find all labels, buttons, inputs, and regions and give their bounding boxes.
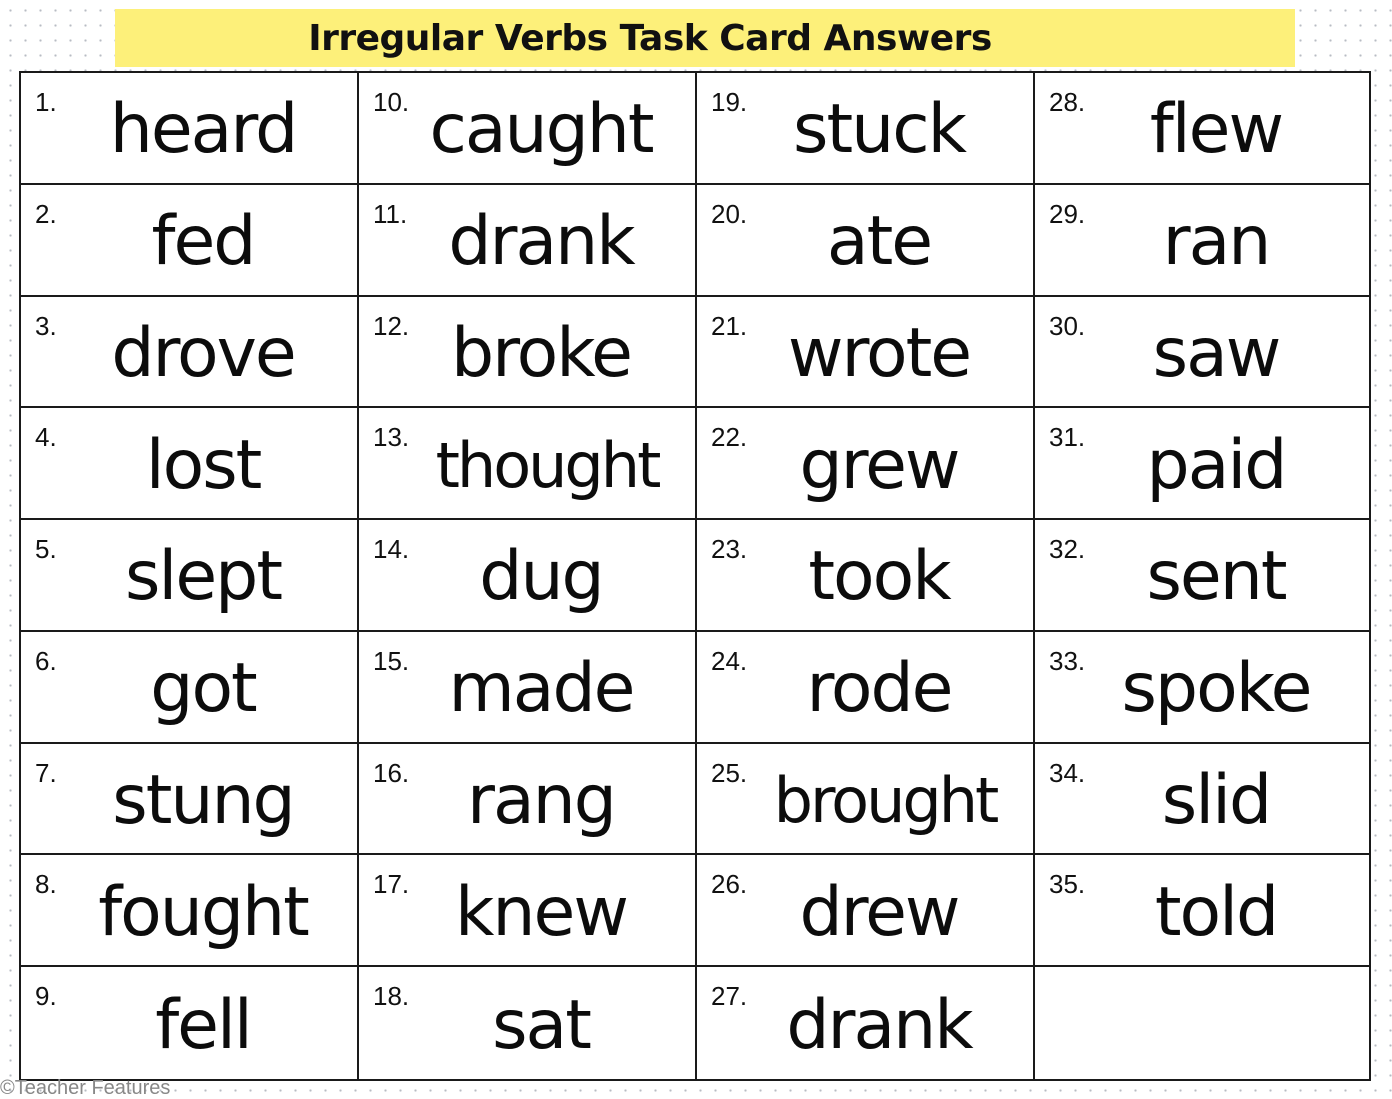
answer-card: 13. thought	[359, 408, 697, 521]
answer-card: 20. ate	[697, 184, 1035, 297]
answer-card: 27. drank	[697, 967, 1035, 1079]
card-answer: paid	[1146, 425, 1288, 505]
card-answer: thought	[435, 428, 662, 502]
card-answer	[1035, 971, 1369, 1079]
card-answer: told	[1154, 872, 1279, 952]
answer-card: 11. drank	[359, 184, 697, 297]
card-answer: heard	[109, 90, 299, 170]
card-answer: ran	[1162, 202, 1272, 282]
title-banner: Irregular Verbs Task Card Answers	[115, 9, 1295, 67]
card-answer: dug	[479, 537, 604, 617]
card-answer: sent	[1146, 537, 1287, 617]
card-answer: lost	[145, 425, 263, 505]
answer-card: 29. ran	[1035, 185, 1369, 297]
card-answer: caught	[429, 90, 654, 170]
answer-card: 12. broke	[359, 296, 697, 409]
card-answer: took	[808, 537, 951, 617]
answer-card: 5. slept	[21, 520, 359, 632]
answer-card: 3. drove	[21, 296, 359, 409]
answer-card: 31. paid	[1035, 408, 1369, 521]
card-answer: flew	[1149, 90, 1284, 170]
answer-card: 16. rang	[359, 743, 697, 856]
answer-card: 17. knew	[359, 855, 697, 968]
answer-grid: 1. heard 10. caught 19. stuck 28. flew 2. fed 11. d…	[19, 71, 1371, 1081]
answer-card: 9. fell	[21, 967, 359, 1079]
answer-card: 23. took	[697, 520, 1035, 632]
card-answer: drew	[799, 872, 960, 952]
card-answer: rode	[806, 649, 953, 729]
page-title: Irregular Verbs Task Card Answers	[308, 17, 992, 59]
card-answer: drank	[786, 985, 973, 1065]
card-answer: made	[448, 649, 636, 729]
card-answer: got	[150, 649, 257, 729]
answer-card: 14. dug	[359, 520, 697, 632]
answer-card: 32. sent	[1035, 520, 1369, 632]
answer-card: 28. flew	[1035, 73, 1369, 185]
answer-card: 26. drew	[697, 855, 1035, 968]
card-answer: rang	[467, 761, 617, 841]
card-answer: wrote	[787, 313, 972, 393]
card-answer: slept	[125, 537, 283, 617]
answer-card: 8. fought	[21, 855, 359, 968]
card-answer: fought	[98, 872, 310, 952]
card-answer: drank	[448, 202, 635, 282]
answer-card: 30. saw	[1035, 297, 1369, 409]
card-answer: spoke	[1121, 649, 1313, 729]
answer-card: 22. grew	[697, 408, 1035, 521]
card-answer: grew	[799, 425, 960, 505]
answer-card: 6. got	[21, 631, 359, 744]
copyright-credit: ©Teacher Features	[0, 1077, 171, 1099]
answer-card: 18. sat	[359, 967, 697, 1079]
answer-card: 35. told	[1035, 855, 1369, 968]
answer-card: 34. slid	[1035, 744, 1369, 856]
card-answer: fed	[151, 202, 257, 282]
answer-card: 7. stung	[21, 743, 359, 856]
answer-card: 24. rode	[697, 631, 1035, 744]
answer-card: 1. heard	[21, 73, 359, 185]
card-answer: knew	[455, 872, 629, 952]
card-answer: drove	[111, 313, 296, 393]
answer-card: 4. lost	[21, 408, 359, 521]
card-answer: sat	[492, 985, 592, 1065]
card-answer: stung	[112, 761, 295, 841]
card-answer: ate	[826, 202, 933, 282]
card-answer: saw	[1152, 313, 1282, 393]
card-answer: stuck	[793, 90, 967, 170]
answer-card: 10. caught	[359, 73, 697, 185]
answer-card: 19. stuck	[697, 73, 1035, 185]
card-answer: fell	[155, 985, 253, 1065]
answer-card: 2. fed	[21, 184, 359, 297]
card-answer: slid	[1161, 761, 1272, 841]
answer-card	[1035, 967, 1369, 1079]
answer-card: 25. brought	[697, 743, 1035, 856]
answer-card: 21. wrote	[697, 296, 1035, 409]
answer-card: 15. made	[359, 631, 697, 744]
card-answer: broke	[450, 313, 633, 393]
answer-card: 33. spoke	[1035, 632, 1369, 744]
card-answer: brought	[773, 764, 1000, 838]
